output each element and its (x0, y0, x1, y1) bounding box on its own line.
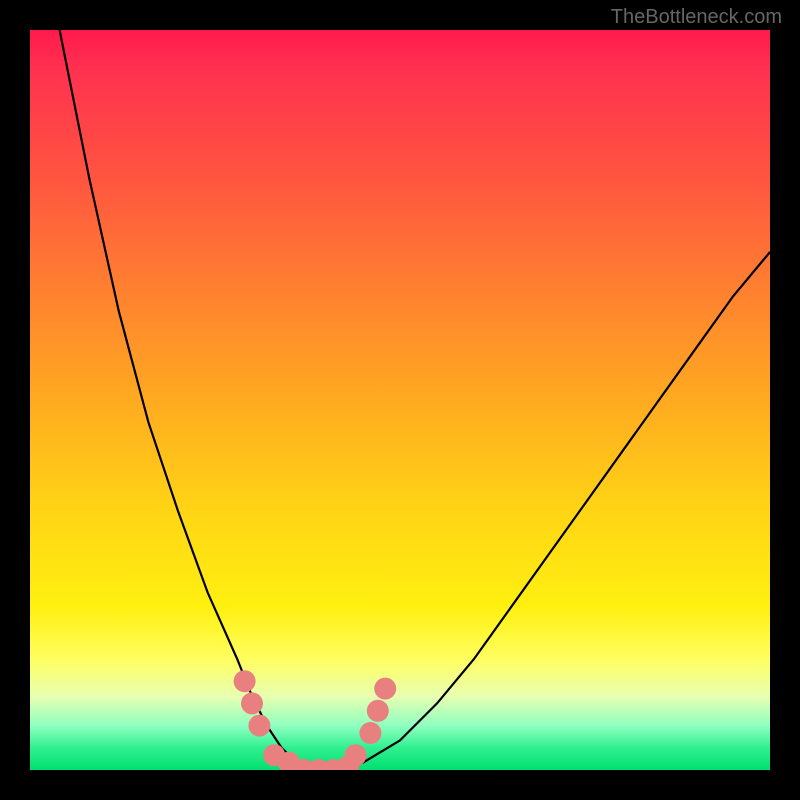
data-marker (367, 700, 389, 722)
bottleneck-curve (60, 30, 770, 770)
data-marker (241, 692, 263, 714)
chart-plot-area (30, 30, 770, 770)
data-marker (374, 678, 396, 700)
watermark-text: TheBottleneck.com (611, 6, 782, 29)
data-marker (345, 744, 367, 766)
data-marker (359, 722, 381, 744)
data-markers (234, 670, 397, 770)
data-marker (248, 715, 270, 737)
chart-svg (30, 30, 770, 770)
data-marker (234, 670, 256, 692)
